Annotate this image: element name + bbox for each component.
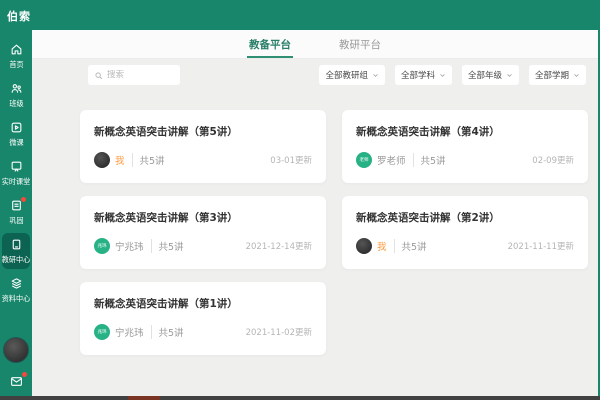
avatar-initials: 老师: [359, 156, 369, 163]
course-title: 新概念英语突击讲解（第4讲）: [356, 126, 500, 138]
filter-label: 全部学期: [534, 71, 569, 81]
updated-date: 03-01更新: [270, 156, 312, 166]
course-card-lecture3[interactable]: 新概念英语突击讲解（第3讲） 兆玮 宁兆玮 共5讲 2021-12-14更新: [80, 196, 326, 269]
author-avatar: 兆玮: [94, 238, 110, 254]
lecture-count: 共5讲: [131, 153, 165, 167]
message-notification-dot: [21, 372, 27, 377]
author-avatar: 兆玮: [94, 324, 110, 340]
course-meta: 老师 罗老师 共5讲 02-09更新: [356, 152, 574, 168]
author-name: 我: [377, 242, 387, 253]
class-group-icon: [10, 82, 23, 95]
author-avatar: [94, 152, 110, 168]
filter-research-group[interactable]: 全部教研组: [319, 65, 385, 85]
tab-teaching-research-platform[interactable]: 教研平台: [337, 30, 383, 58]
bottom-bar-accent: [128, 396, 160, 400]
course-title: 新概念英语突击讲解（第2讲）: [356, 212, 500, 224]
message-button[interactable]: [9, 372, 27, 388]
sidebar: 伯索 首页 班级 微课 实时课堂 巩固 教研中心 资料中心: [0, 0, 32, 400]
author-name: 罗老师: [377, 156, 406, 167]
chevron-down-icon: [440, 73, 445, 77]
sidebar-item-label: 实时课堂: [1, 177, 31, 186]
user-avatar[interactable]: [3, 337, 29, 363]
avatar-initials: 兆玮: [97, 328, 107, 335]
platform-tabbar: 教备平台 教研平台: [32, 30, 598, 59]
chevron-down-icon: [373, 73, 378, 77]
sidebar-item-research-center[interactable]: 教研中心: [2, 233, 30, 269]
main-area: 教备平台 教研平台 全部教研组 全部学科 全部年: [32, 30, 598, 396]
chevron-down-icon: [507, 73, 512, 77]
filter-label: 全部学科: [400, 71, 435, 81]
message-icon: [10, 377, 22, 386]
layers-icon: [10, 277, 23, 290]
brand-logo: 伯索: [7, 10, 31, 23]
author-avatar: 老师: [356, 152, 372, 168]
filter-label: 全部年级: [467, 71, 502, 81]
updated-date: 2021-12-14更新: [245, 242, 312, 252]
sidebar-item-microlesson[interactable]: 微课: [2, 116, 30, 152]
sidebar-item-class[interactable]: 班级: [2, 77, 30, 113]
course-meta: 兆玮 宁兆玮 共5讲 2021-12-14更新: [94, 238, 312, 254]
top-green-bar: [0, 0, 600, 30]
filter-subject[interactable]: 全部学科: [394, 65, 452, 85]
lecture-count: 共5讲: [393, 239, 427, 253]
notebook-icon: [10, 199, 23, 212]
author-name: 宁兆玮: [115, 328, 144, 339]
course-card-lecture1[interactable]: 新概念英语突击讲解（第1讲） 兆玮 宁兆玮 共5讲 2021-11-02更新: [80, 282, 326, 355]
course-meta: 兆玮 宁兆玮 共5讲 2021-11-02更新: [94, 324, 312, 340]
sidebar-nav: 首页 班级 微课 实时课堂 巩固 教研中心 资料中心: [0, 38, 32, 311]
sidebar-item-label: 班级: [8, 99, 24, 108]
window-bottom-bar: [0, 396, 600, 400]
filter-group: 全部教研组 全部学科 全部年级 全部学期: [319, 65, 586, 85]
course-meta: 我 共5讲 03-01更新: [94, 152, 312, 168]
filter-label: 全部教研组: [325, 71, 368, 81]
tab-teaching-prep-platform[interactable]: 教备平台: [247, 30, 293, 58]
search-box[interactable]: [88, 65, 180, 85]
sidebar-item-label: 首页: [8, 60, 24, 69]
sidebar-item-home[interactable]: 首页: [2, 38, 30, 74]
course-meta: 我 共5讲 2021-11-11更新: [356, 238, 574, 254]
sidebar-item-label: 资料中心: [1, 294, 31, 303]
updated-date: 2021-11-11更新: [507, 242, 574, 252]
sidebar-item-consolidate[interactable]: 巩固: [2, 194, 30, 230]
tab-label: 教备平台: [249, 38, 291, 51]
research-center-icon: [10, 238, 23, 251]
search-input[interactable]: [107, 70, 177, 80]
search-icon: [95, 71, 102, 79]
filter-grade[interactable]: 全部年级: [461, 65, 519, 85]
sidebar-item-live-classroom[interactable]: 实时课堂: [2, 155, 30, 191]
course-card-lecture4[interactable]: 新概念英语突击讲解（第4讲） 老师 罗老师 共5讲 02-09更新: [342, 110, 588, 183]
chevron-down-icon: [574, 73, 579, 77]
course-card-grid: 新概念英语突击讲解（第5讲） 我 共5讲 03-01更新 新概念英语突击讲解（第…: [80, 110, 588, 355]
home-icon: [10, 43, 23, 56]
tab-label: 教研平台: [339, 38, 381, 51]
sidebar-item-materials-center[interactable]: 资料中心: [2, 272, 30, 308]
sidebar-item-label: 教研中心: [1, 255, 31, 264]
author-name: 我: [115, 156, 125, 167]
lecture-count: 共5讲: [412, 153, 446, 167]
course-title: 新概念英语突击讲解（第1讲）: [94, 298, 238, 310]
author-avatar: [356, 238, 372, 254]
sidebar-item-label: 巩固: [8, 216, 24, 225]
sidebar-item-label: 微课: [8, 138, 24, 147]
course-card-lecture2[interactable]: 新概念英语突击讲解（第2讲） 我 共5讲 2021-11-11更新: [342, 196, 588, 269]
micro-lesson-icon: [10, 121, 23, 134]
course-card-lecture5[interactable]: 新概念英语突击讲解（第5讲） 我 共5讲 03-01更新: [80, 110, 326, 183]
sidebar-bottom: [3, 337, 29, 400]
lecture-count: 共5讲: [150, 325, 184, 339]
filter-toolbar: 全部教研组 全部学科 全部年级 全部学期: [88, 65, 586, 85]
author-name: 宁兆玮: [115, 242, 144, 253]
filter-semester[interactable]: 全部学期: [528, 65, 586, 85]
lecture-count: 共5讲: [150, 239, 184, 253]
updated-date: 02-09更新: [532, 156, 574, 166]
updated-date: 2021-11-02更新: [245, 328, 312, 338]
live-classroom-icon: [10, 160, 23, 173]
avatar-initials: 兆玮: [97, 242, 107, 249]
course-title: 新概念英语突击讲解（第5讲）: [94, 126, 238, 138]
course-title: 新概念英语突击讲解（第3讲）: [94, 212, 238, 224]
app-window: 伯索 首页 班级 微课 实时课堂 巩固 教研中心 资料中心 教备平台 教研平台 …: [0, 0, 600, 400]
